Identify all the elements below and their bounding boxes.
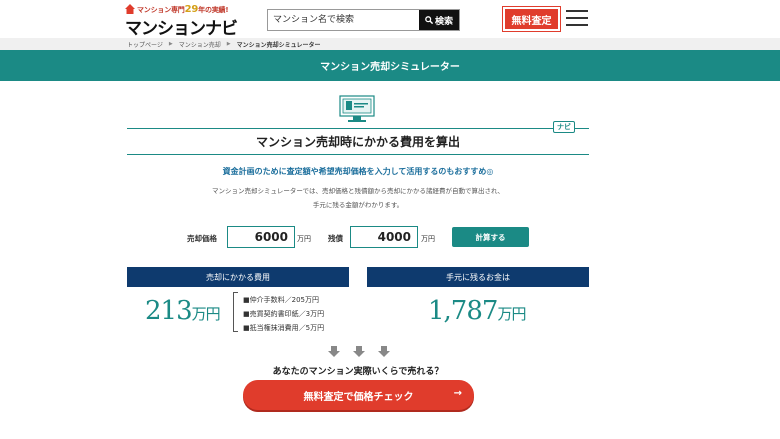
- house-icon: [125, 4, 135, 14]
- heading-top-rule: [127, 128, 589, 129]
- arrow-down-icon: [378, 346, 390, 357]
- search-icon: [425, 16, 433, 24]
- lead-text: 資金計画のために査定額や希望売却価格を入力して活用するのもおすすめ◎: [222, 167, 494, 176]
- breakdown-item: ■抵当権抹消費用／5万円: [243, 324, 325, 332]
- down-arrows: [328, 346, 390, 358]
- site-logo[interactable]: マンション専門29年の実績! マンションナビ: [125, 4, 238, 39]
- breadcrumb-current: マンション売却シミュレーター: [236, 41, 321, 49]
- breadcrumb: トップページ ▶ マンション売却 ▶ マンション売却シミュレーター: [0, 38, 780, 50]
- free-assessment-button[interactable]: 無料査定: [502, 6, 561, 32]
- search-input[interactable]: [268, 10, 421, 30]
- description-line-1: マンション売却シミュレーターでは、売却価格と残債額から売却にかかる諸経費が自動で…: [211, 187, 505, 195]
- monitor-calculator-icon: [339, 95, 375, 122]
- logo-text: マンションナビ: [125, 19, 238, 39]
- description-line-2: 手元に残る金額がわかります。: [312, 201, 404, 209]
- breadcrumb-separator-icon: ▶: [168, 41, 173, 47]
- breakdown-item: ■売買契約書印紙／3万円: [243, 310, 325, 318]
- search-button[interactable]: 検索: [419, 10, 459, 30]
- site-header: マンション専門29年の実績! マンションナビ 検索 無料査定: [0, 0, 780, 39]
- arrow-down-icon: [353, 346, 365, 357]
- arrow-right-icon: →: [453, 388, 462, 399]
- section-heading: マンション売却時にかかる費用を算出: [255, 135, 460, 149]
- breakdown-bracket: [233, 292, 238, 332]
- remaining-header: 手元に残るお金は: [367, 267, 589, 287]
- heading-bottom-rule: [127, 154, 589, 155]
- remaining-amount-unit: 万円: [497, 305, 526, 323]
- free-assessment-cta-button[interactable]: 無料査定で価格チェック →: [243, 380, 474, 410]
- sale-price-input[interactable]: 6000: [227, 226, 295, 248]
- description: マンション売却シミュレーターでは、売却価格と残債額から売却にかかる諸経費が自動で…: [127, 184, 589, 212]
- breadcrumb-home[interactable]: トップページ: [127, 40, 163, 49]
- remaining-debt-unit: 万円: [421, 235, 435, 243]
- remaining-debt-label: 残債: [328, 234, 343, 243]
- sale-price-unit: 万円: [297, 235, 311, 243]
- cost-amount-value: 213: [145, 296, 193, 326]
- page-title: マンション売却シミュレーター: [0, 50, 780, 81]
- breadcrumb-sale[interactable]: マンション売却: [179, 40, 221, 49]
- cost-amount-unit: 万円: [191, 305, 221, 323]
- search-button-label: 検索: [434, 16, 453, 27]
- cta-question: あなたのマンション実際いくらで売れる？: [272, 367, 444, 377]
- cta-label: 無料査定で価格チェック: [303, 391, 414, 403]
- cost-header: 売却にかかる費用: [127, 267, 349, 287]
- breakdown-item: ■仲介手数料／205万円: [243, 296, 319, 304]
- hamburger-menu-icon[interactable]: [566, 10, 588, 28]
- search-box: 検索: [267, 9, 460, 31]
- sale-price-label: 売却価格: [187, 234, 217, 243]
- remaining-debt-input[interactable]: 4000: [350, 226, 418, 248]
- calculate-button[interactable]: 計算する: [452, 227, 529, 247]
- remaining-amount-value: 1,787: [428, 296, 498, 326]
- breadcrumb-separator-icon: ▶: [226, 41, 231, 47]
- remaining-amount: 1,787万円: [428, 296, 526, 326]
- cost-breakdown: ■仲介手数料／205万円 ■売買契約書印紙／3万円 ■抵当権抹消費用／5万円: [243, 293, 324, 335]
- arrow-down-icon: [328, 346, 340, 357]
- cost-amount: 213万円: [145, 296, 221, 326]
